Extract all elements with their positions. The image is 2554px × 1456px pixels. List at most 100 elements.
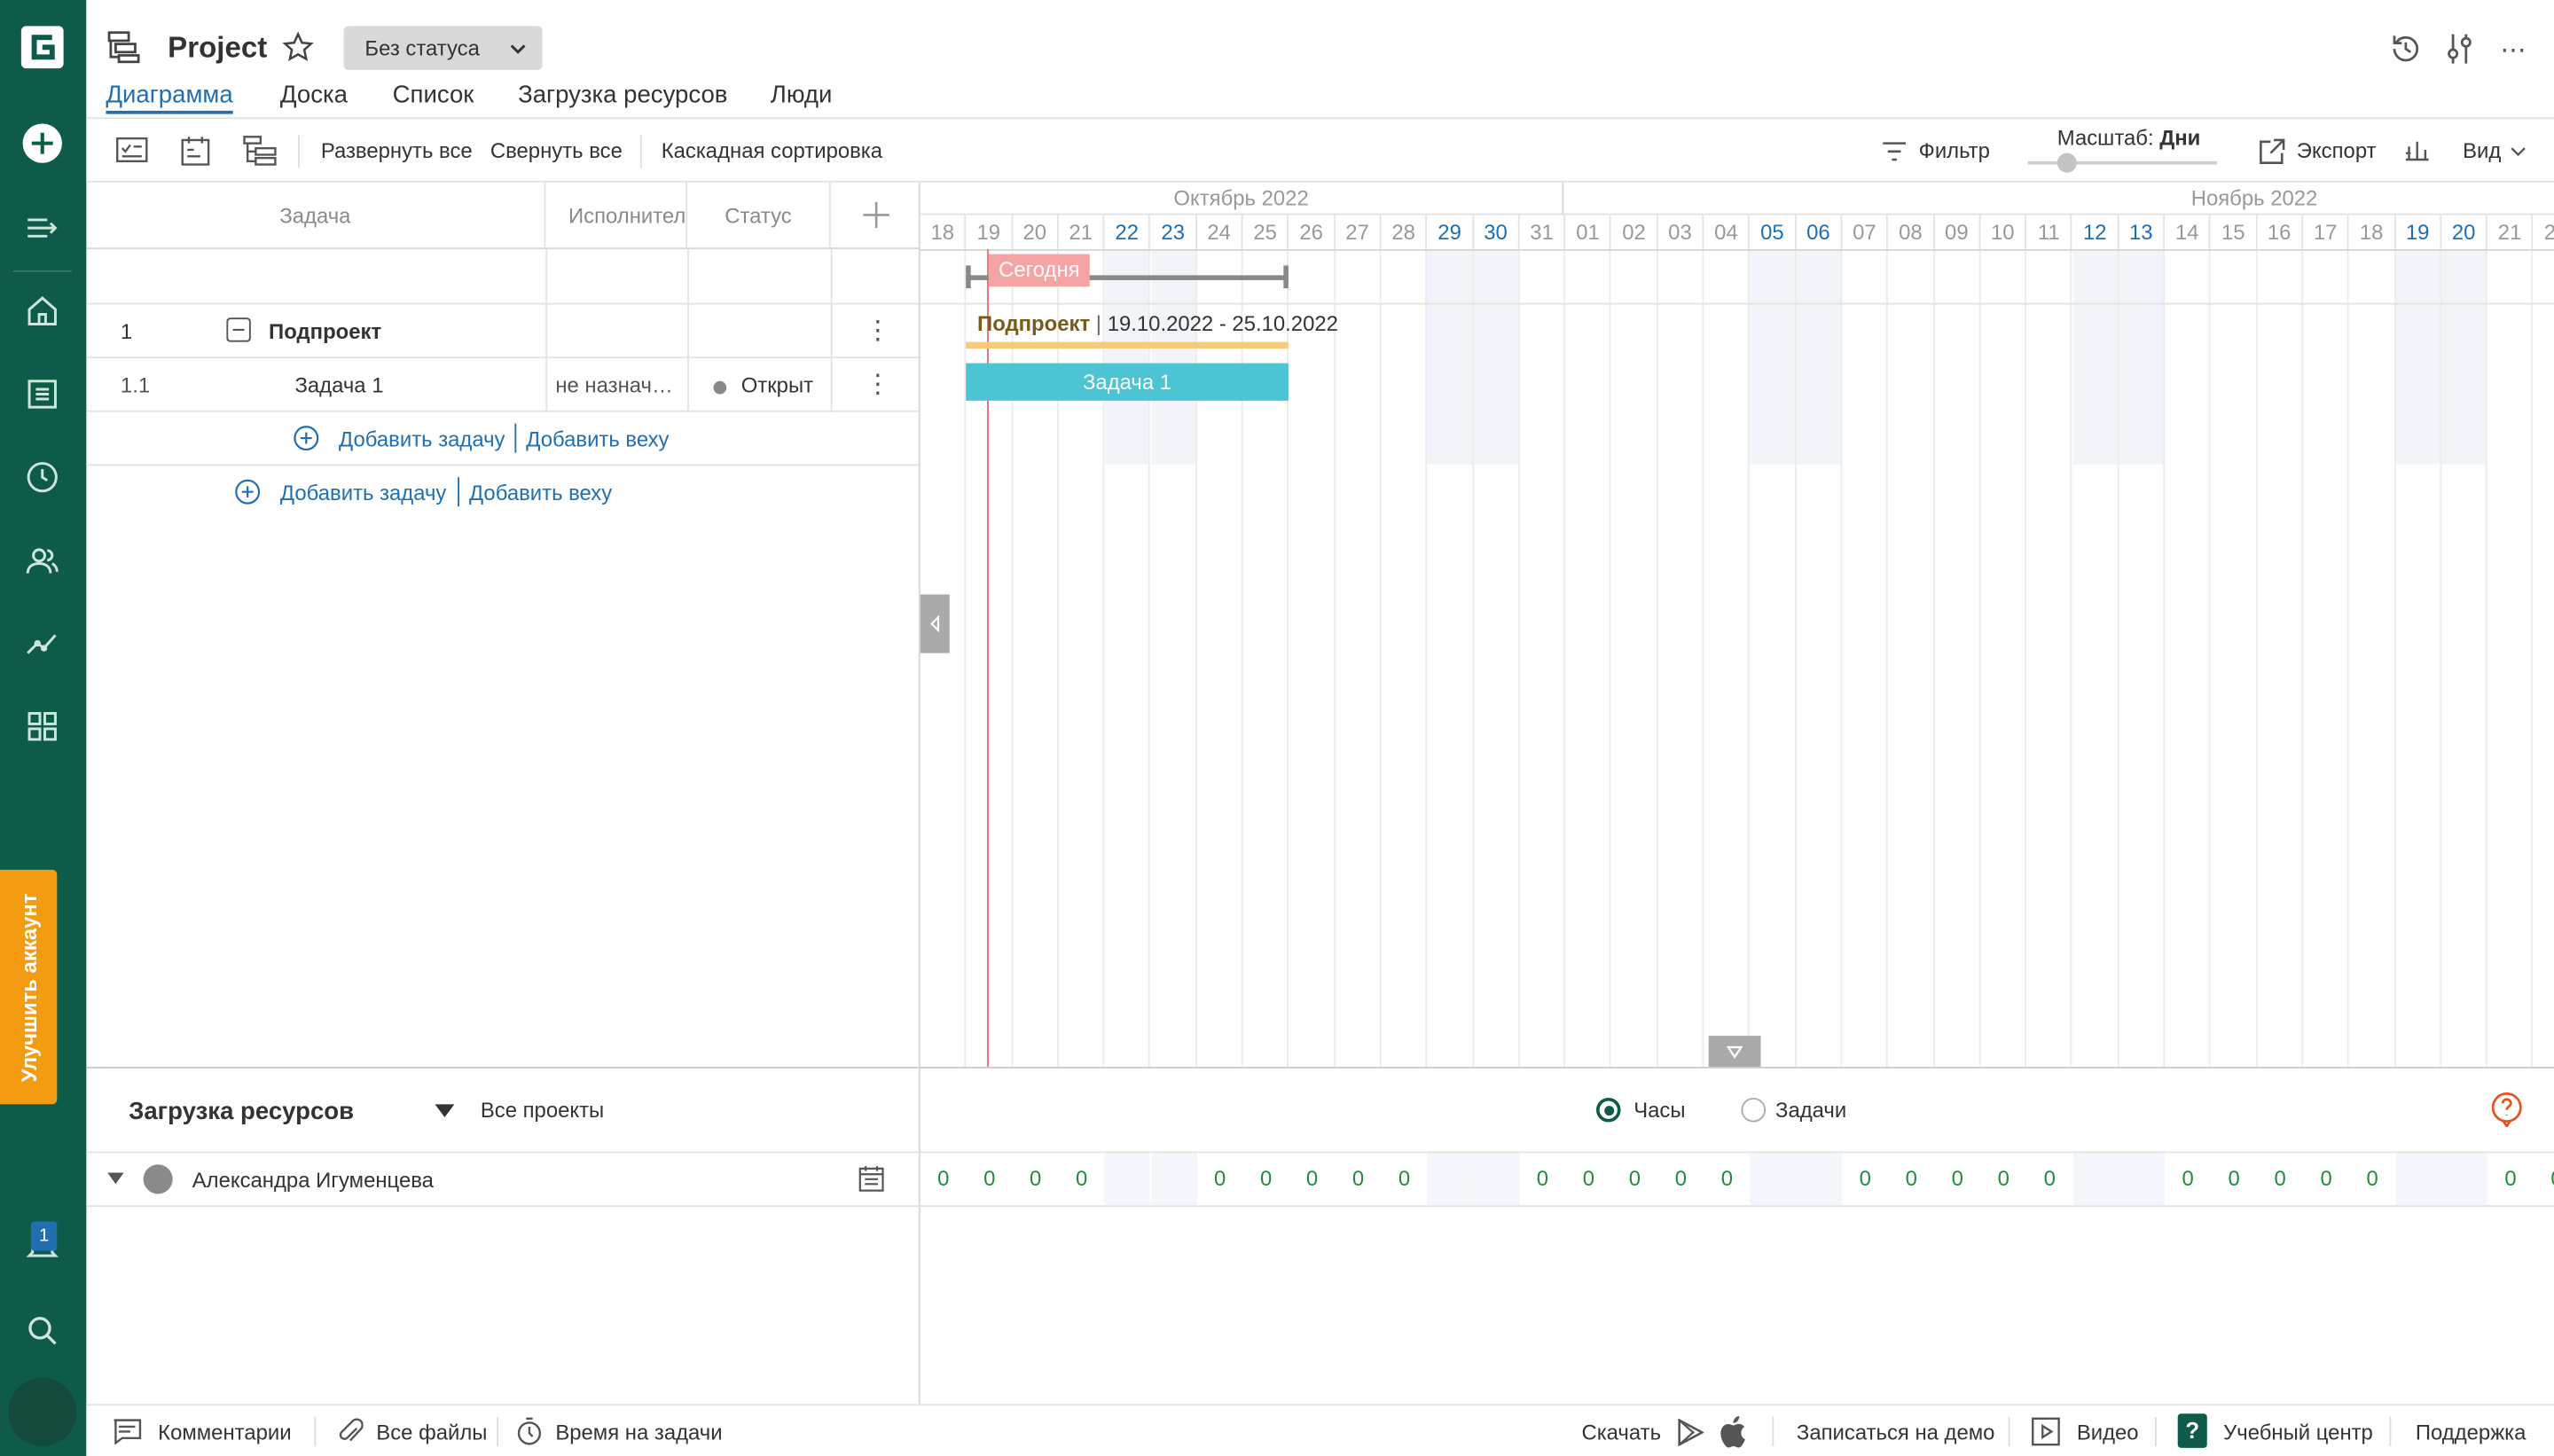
star-icon[interactable] (282, 31, 315, 64)
expand-all-button[interactable]: Развернуть все (321, 138, 473, 163)
add-task-link[interactable]: Добавить задачу (280, 481, 446, 505)
load-hours-cell[interactable]: 0 (1842, 1166, 1888, 1191)
load-hours-cell[interactable]: 0 (1243, 1166, 1289, 1191)
expand-user-icon[interactable] (107, 1172, 124, 1185)
analytics-icon[interactable] (21, 622, 64, 665)
paperclip-icon[interactable] (337, 1417, 364, 1446)
load-hours-cell[interactable]: 0 (2165, 1166, 2211, 1191)
column-header-task[interactable]: Задача (86, 182, 546, 250)
google-play-icon[interactable] (1678, 1418, 1704, 1447)
task-bar[interactable]: Задача 1 (966, 363, 1289, 401)
video-link[interactable]: Видео (2077, 1421, 2139, 1445)
column-header-status[interactable]: Статус (687, 182, 831, 250)
video-icon[interactable] (2031, 1417, 2060, 1446)
book-demo-link[interactable]: Записаться на демо (1797, 1421, 1995, 1445)
load-hours-cell[interactable]: 0 (1704, 1166, 1750, 1191)
add-task-tool-icon[interactable] (115, 135, 148, 164)
filter-icon[interactable] (1881, 140, 1907, 163)
load-hours-cell[interactable]: 0 (1059, 1166, 1105, 1191)
load-hours-cell[interactable]: 0 (2534, 1166, 2554, 1191)
status-dropdown[interactable]: Без статуса (343, 26, 543, 70)
comments-icon[interactable] (113, 1419, 142, 1445)
tab-diagram[interactable]: Диаграмма (106, 82, 233, 114)
tab-list[interactable]: Список (393, 82, 474, 109)
row-name[interactable]: Задача 1 (294, 373, 383, 398)
more-menu-icon[interactable]: ⋯ (2500, 35, 2527, 67)
load-hours-cell[interactable]: 0 (1611, 1166, 1657, 1191)
add-milestone-link[interactable]: Добавить веху (526, 427, 669, 451)
projects-dropdown-icon[interactable] (435, 1104, 455, 1117)
calendar-icon[interactable] (858, 1164, 884, 1192)
load-hours-cell[interactable]: 0 (1934, 1166, 1980, 1191)
load-hours-cell[interactable]: 0 (1289, 1166, 1336, 1191)
tab-resource-load[interactable]: Загрузка ресурсов (518, 82, 727, 109)
learning-center-link[interactable]: Учебный центр (2223, 1421, 2373, 1445)
load-hours-cell[interactable]: 0 (1013, 1166, 1059, 1191)
load-hours-cell[interactable]: 0 (2257, 1166, 2303, 1191)
load-hours-cell[interactable]: 0 (1565, 1166, 1611, 1191)
add-subtask-link[interactable]: Добавить задачу (339, 427, 505, 451)
logo-icon[interactable] (20, 25, 65, 70)
load-hours-cell[interactable]: 0 (967, 1166, 1013, 1191)
table-row[interactable]: 1.1 Задача 1 не назначено Открыт ⋮ (86, 358, 919, 412)
cascade-sort-button[interactable]: Каскадная сортировка (662, 138, 882, 163)
add-column-button[interactable] (830, 183, 921, 250)
settings-sliders-icon[interactable] (2443, 31, 2476, 67)
apps-grid-icon[interactable] (21, 705, 64, 748)
projects-filter[interactable]: Все проекты (481, 1098, 604, 1123)
home-icon[interactable] (21, 290, 64, 333)
row-menu-icon[interactable]: ⋮ (865, 368, 890, 401)
load-hours-cell[interactable]: 0 (1980, 1166, 2026, 1191)
learning-center-icon[interactable]: ? (2177, 1413, 2207, 1448)
load-hours-cell[interactable]: 0 (2026, 1166, 2072, 1191)
subproject-bar[interactable] (966, 341, 1289, 349)
status-cell[interactable]: Открыт (741, 373, 813, 398)
collapse-all-button[interactable]: Свернуть все (490, 138, 623, 163)
row-menu-icon[interactable]: ⋮ (865, 314, 890, 347)
expand-menu-icon[interactable] (21, 207, 64, 249)
projects-list-icon[interactable] (21, 373, 64, 416)
tasks-radio[interactable] (1741, 1097, 1767, 1123)
load-hours-cell[interactable]: 0 (2487, 1166, 2534, 1191)
notifications-icon[interactable]: 1 (21, 1221, 64, 1267)
row-name[interactable]: Подпроект (269, 319, 381, 344)
people-icon[interactable] (21, 539, 64, 582)
export-button[interactable]: Экспорт (2297, 138, 2377, 163)
comments-link[interactable]: Комментарии (158, 1421, 291, 1445)
load-hours-cell[interactable]: 0 (1336, 1166, 1382, 1191)
timer-icon[interactable] (516, 1417, 542, 1446)
resize-panel-handle[interactable] (1708, 1036, 1761, 1068)
load-hours-cell[interactable]: 0 (2349, 1166, 2395, 1191)
export-icon[interactable] (2258, 137, 2287, 166)
apple-icon[interactable] (1720, 1415, 1750, 1448)
add-circle-icon[interactable] (234, 479, 261, 505)
help-icon[interactable] (2490, 1092, 2523, 1128)
tab-board[interactable]: Доска (280, 82, 348, 109)
clock-icon[interactable] (21, 456, 64, 498)
support-link[interactable]: Поддержка (2416, 1421, 2527, 1445)
tab-people[interactable]: Люди (771, 82, 833, 109)
search-icon[interactable] (21, 1310, 64, 1352)
filter-button[interactable]: Фильтр (1919, 138, 1990, 163)
add-milestone-link[interactable]: Добавить веху (469, 481, 612, 505)
load-hours-cell[interactable]: 0 (1519, 1166, 1565, 1191)
load-hours-cell[interactable]: 0 (2303, 1166, 2349, 1191)
history-icon[interactable] (2388, 31, 2424, 67)
baseline-icon[interactable] (2402, 137, 2432, 166)
scale-slider-handle[interactable] (2057, 153, 2077, 173)
project-title[interactable]: Project (168, 31, 267, 66)
scale-slider[interactable] (2027, 153, 2217, 173)
table-row[interactable]: 1 Подпроект ⋮ (86, 304, 919, 359)
hours-radio[interactable] (1595, 1097, 1621, 1123)
load-hours-cell[interactable]: 0 (921, 1166, 967, 1191)
hierarchy-tool-icon[interactable] (243, 135, 278, 166)
upgrade-account-button[interactable]: Улучшить аккаунт (0, 869, 58, 1105)
avatar[interactable] (8, 1377, 77, 1447)
create-icon[interactable] (21, 122, 64, 165)
assignee-cell[interactable]: не назначено (555, 373, 679, 398)
calendar-tool-icon[interactable] (181, 135, 210, 166)
collapse-grid-handle[interactable] (920, 594, 950, 654)
add-circle-icon[interactable] (294, 425, 319, 451)
column-header-assignee[interactable]: Исполнитель (545, 182, 688, 250)
time-on-tasks-link[interactable]: Время на задачи (555, 1421, 722, 1445)
